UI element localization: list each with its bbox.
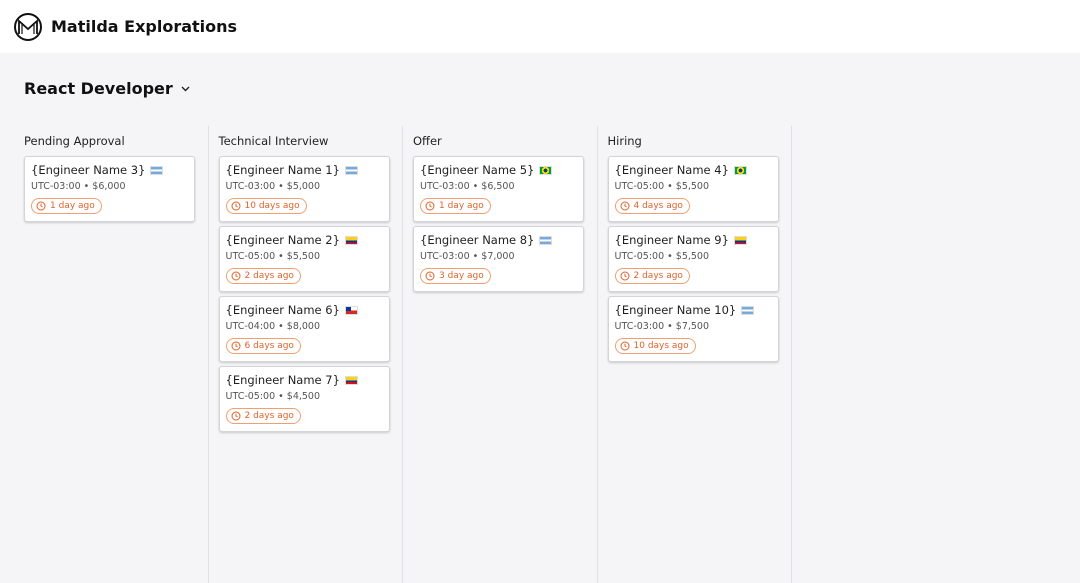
country-flag-icon (539, 165, 553, 175)
clock-icon (620, 341, 630, 351)
clock-icon (620, 271, 630, 281)
clock-icon (36, 201, 46, 211)
clock-icon (231, 201, 241, 211)
page-title[interactable]: React Developer (24, 79, 173, 98)
candidate-name[interactable]: {Engineer Name 2} (226, 233, 340, 247)
country-flag-icon (733, 165, 747, 175)
age-badge: 2 days ago (225, 268, 301, 284)
age-badge: 3 day ago (420, 268, 491, 284)
candidate-name[interactable]: {Engineer Name 10} (615, 303, 737, 317)
kanban-column: Hiring {Engineer Name 4} UTC-05:00 • $5,… (598, 126, 792, 583)
candidate-name-row: {Engineer Name 5} (420, 163, 577, 177)
candidate-name-row: {Engineer Name 2} (226, 233, 383, 247)
candidate-card[interactable]: {Engineer Name 6} UTC-04:00 • $8,000 6 d… (218, 296, 390, 362)
brand-logo-icon[interactable] (14, 12, 42, 41)
age-text: 10 days ago (633, 341, 689, 351)
candidate-name-row: {Engineer Name 8} (420, 233, 577, 247)
clock-icon (620, 201, 630, 211)
age-badge: 1 day ago (420, 198, 491, 214)
candidate-name-row: {Engineer Name 6} (226, 303, 383, 317)
clock-icon (425, 271, 435, 281)
candidate-card[interactable]: {Engineer Name 7} UTC-05:00 • $4,500 2 d… (218, 366, 390, 432)
candidate-meta: UTC-03:00 • $6,000 (31, 181, 126, 192)
country-flag-icon (733, 235, 747, 245)
candidate-name[interactable]: {Engineer Name 8} (420, 233, 534, 247)
column-title: Offer (413, 134, 442, 148)
candidate-card[interactable]: {Engineer Name 2} UTC-05:00 • $5,500 2 d… (218, 226, 390, 292)
age-text: 4 days ago (633, 201, 683, 211)
country-flag-icon (741, 305, 755, 315)
country-flag-icon (344, 375, 358, 385)
candidate-name[interactable]: {Engineer Name 6} (226, 303, 340, 317)
candidate-meta: UTC-05:00 • $5,500 (225, 251, 321, 262)
candidate-card[interactable]: {Engineer Name 1} UTC-03:00 • $5,000 10 … (218, 156, 390, 222)
candidate-name-row: {Engineer Name 1} (226, 163, 383, 177)
kanban-column: Offer {Engineer Name 5} UTC-03:00 • $6,5… (403, 126, 598, 583)
candidate-meta: UTC-05:00 • $5,500 (614, 181, 710, 192)
age-text: 2 days ago (244, 271, 294, 281)
age-text: 6 days ago (244, 341, 294, 351)
kanban-column: Pending Approval {Engineer Name 3} UTC-0… (14, 126, 209, 583)
age-text: 3 day ago (439, 271, 484, 281)
column-title: Hiring (607, 134, 642, 148)
candidate-name-row: {Engineer Name 3} (31, 163, 188, 177)
candidate-name-row: {Engineer Name 4} (615, 163, 772, 177)
country-flag-icon (344, 305, 358, 315)
age-badge: 10 days ago (225, 198, 307, 214)
candidate-meta: UTC-05:00 • $5,500 (614, 251, 710, 262)
age-badge: 2 days ago (225, 408, 301, 424)
chevron-down-icon[interactable] (181, 84, 191, 94)
age-text: 1 day ago (50, 201, 95, 211)
kanban-column: Technical Interview {Engineer Name 1} UT… (209, 126, 403, 583)
candidate-card[interactable]: {Engineer Name 5} UTC-03:00 • $6,500 1 d… (413, 156, 584, 222)
age-badge: 2 days ago (614, 268, 690, 284)
candidate-meta: UTC-03:00 • $7,000 (420, 251, 515, 262)
candidate-name[interactable]: {Engineer Name 7} (226, 373, 340, 387)
candidate-meta: UTC-04:00 • $8,000 (225, 321, 321, 332)
clock-icon (231, 341, 241, 351)
age-badge: 4 days ago (614, 198, 690, 214)
candidate-name[interactable]: {Engineer Name 9} (615, 233, 729, 247)
age-text: 2 days ago (244, 411, 294, 421)
column-title: Pending Approval (24, 134, 125, 148)
page-header[interactable]: React Developer (24, 79, 191, 98)
candidate-name[interactable]: {Engineer Name 1} (226, 163, 340, 177)
candidate-meta: UTC-05:00 • $4,500 (225, 391, 321, 402)
candidate-card[interactable]: {Engineer Name 4} UTC-05:00 • $5,500 4 d… (607, 156, 779, 222)
country-flag-icon (344, 165, 358, 175)
country-flag-icon (344, 235, 358, 245)
candidate-name[interactable]: {Engineer Name 4} (615, 163, 729, 177)
candidate-card[interactable]: {Engineer Name 9} UTC-05:00 • $5,500 2 d… (607, 226, 779, 292)
age-text: 2 days ago (633, 271, 683, 281)
age-badge: 10 days ago (614, 338, 696, 354)
candidate-name[interactable]: {Engineer Name 5} (420, 163, 534, 177)
clock-icon (425, 201, 435, 211)
candidate-card[interactable]: {Engineer Name 10} UTC-03:00 • $7,500 10… (607, 296, 779, 362)
candidate-card[interactable]: {Engineer Name 3} UTC-03:00 • $6,000 1 d… (24, 156, 195, 222)
candidate-name[interactable]: {Engineer Name 3} (31, 163, 145, 177)
clock-icon (231, 271, 241, 281)
kanban-board: Pending Approval {Engineer Name 3} UTC-0… (14, 126, 792, 583)
candidate-card[interactable]: {Engineer Name 8} UTC-03:00 • $7,000 3 d… (413, 226, 584, 292)
candidate-name-row: {Engineer Name 10} (615, 303, 772, 317)
candidate-meta: UTC-03:00 • $5,000 (225, 181, 321, 192)
country-flag-icon (150, 165, 164, 175)
country-flag-icon (539, 235, 553, 245)
age-text: 10 days ago (244, 201, 300, 211)
candidate-meta: UTC-03:00 • $6,500 (420, 181, 515, 192)
age-text: 1 day ago (439, 201, 484, 211)
top-bar: Matilda Explorations (0, 0, 1080, 53)
candidate-meta: UTC-03:00 • $7,500 (614, 321, 710, 332)
brand-name[interactable]: Matilda Explorations (51, 17, 237, 36)
candidate-name-row: {Engineer Name 7} (226, 373, 383, 387)
candidate-name-row: {Engineer Name 9} (615, 233, 772, 247)
age-badge: 6 days ago (225, 338, 301, 354)
clock-icon (231, 411, 241, 421)
column-title: Technical Interview (218, 134, 329, 148)
age-badge: 1 day ago (31, 198, 102, 214)
